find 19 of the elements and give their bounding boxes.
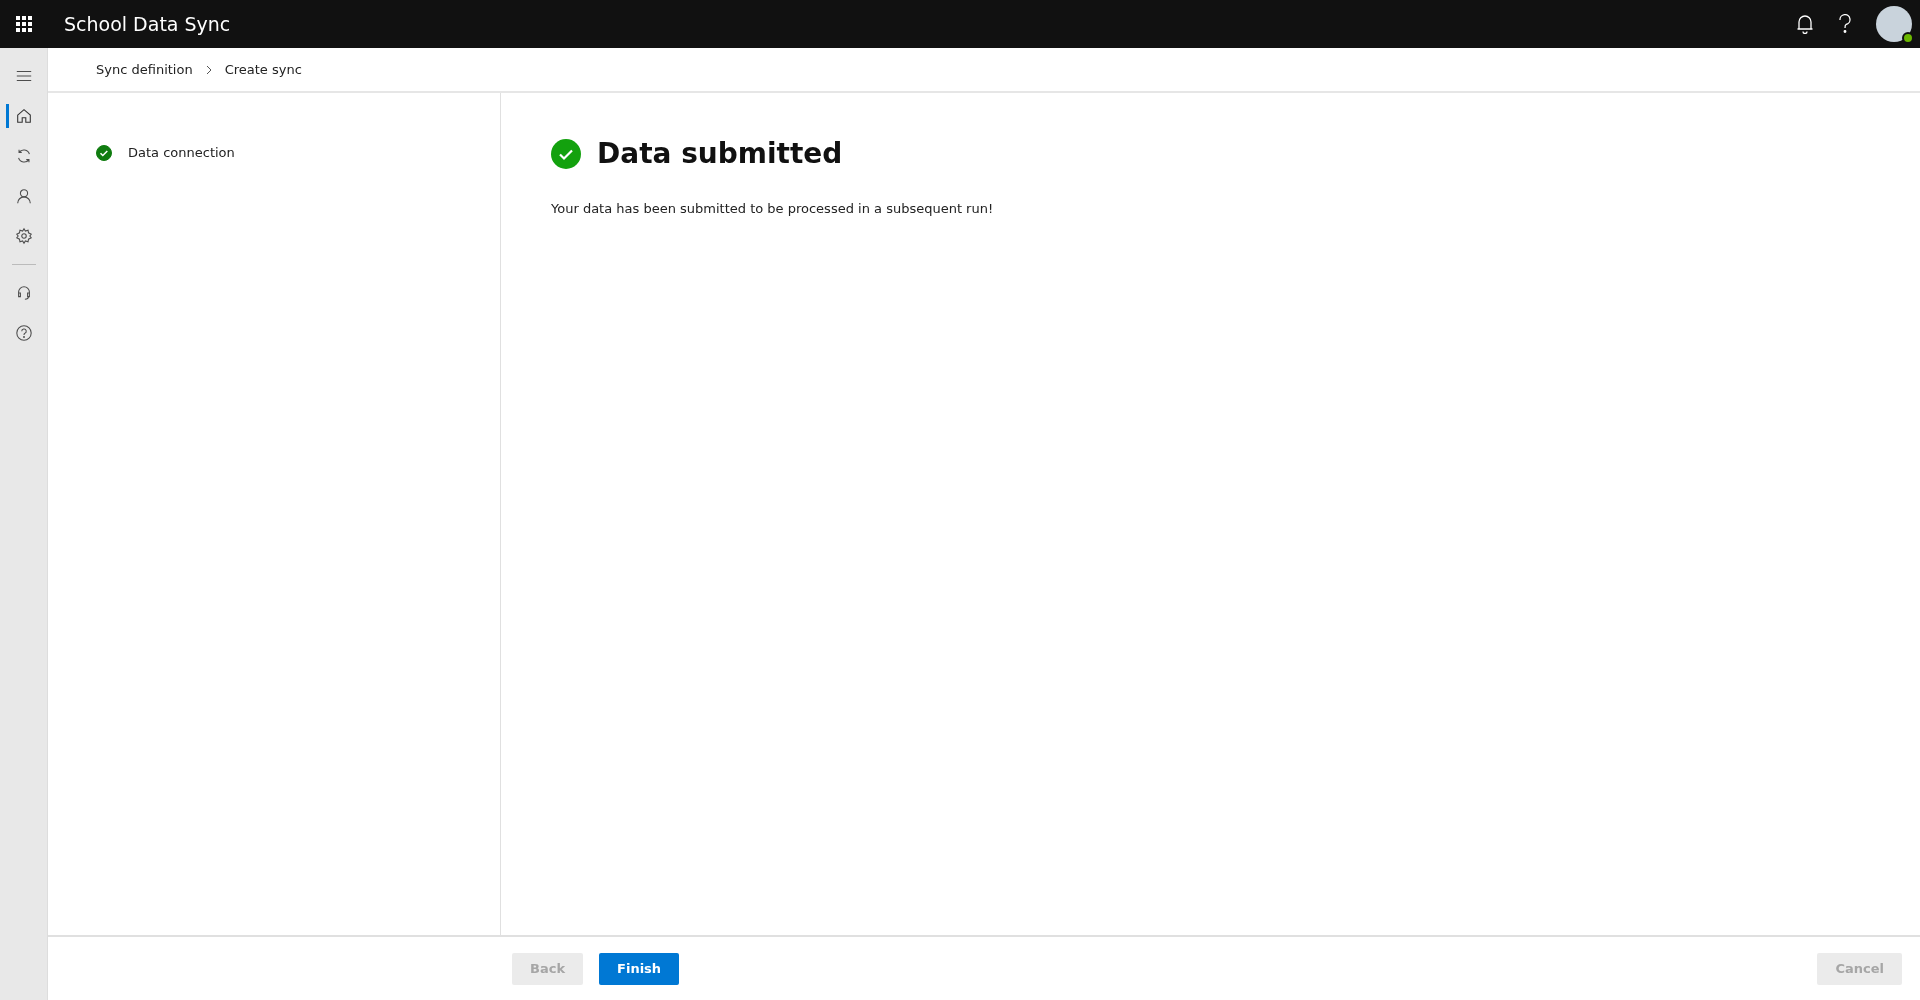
- presence-dot: [1902, 32, 1914, 44]
- app-title: School Data Sync: [64, 11, 231, 37]
- success-check-icon: [551, 139, 581, 169]
- avatar[interactable]: [1876, 6, 1912, 42]
- step-label: Data connection: [128, 144, 235, 162]
- breadcrumb-item[interactable]: Sync definition: [96, 59, 193, 80]
- person-icon: [15, 187, 33, 205]
- result-message: Your data has been submitted to be processed in a subsequent run!: [551, 200, 995, 218]
- settings-icon: [15, 227, 33, 245]
- bell-icon[interactable]: [1796, 14, 1814, 34]
- result-title: Data submitted: [597, 136, 843, 172]
- footer-button[interactable]: Finish: [599, 952, 680, 985]
- help-icon[interactable]: [1838, 14, 1852, 34]
- sync-icon: [15, 147, 33, 165]
- headset-icon: [15, 284, 33, 302]
- home-icon: [15, 107, 33, 125]
- breadcrumb-item: Create sync: [224, 60, 302, 79]
- help-icon: [15, 324, 33, 342]
- chevron-icon: [204, 64, 213, 75]
